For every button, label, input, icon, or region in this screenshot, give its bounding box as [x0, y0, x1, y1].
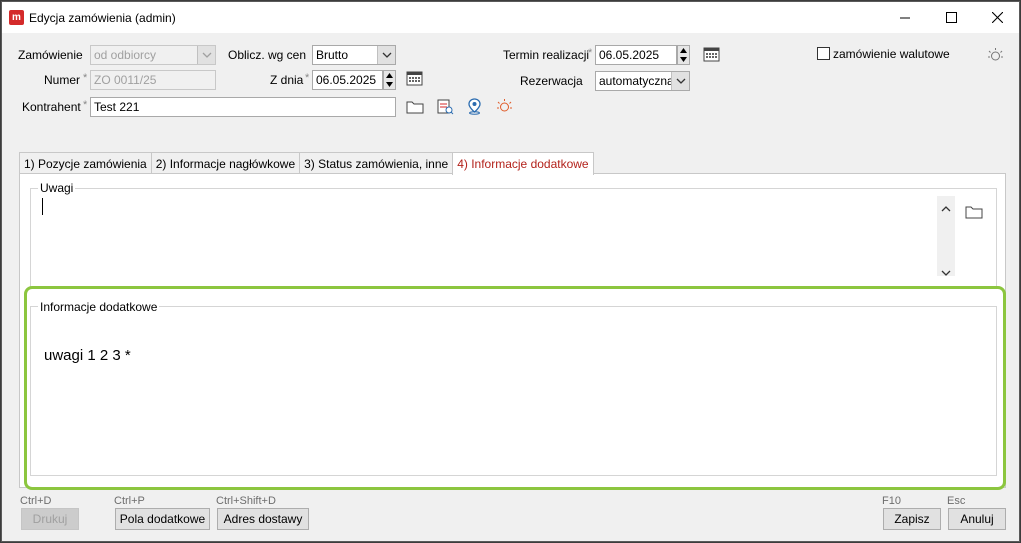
numer-label: Numer [44, 73, 81, 87]
zamowienie-label: Zamówienie [18, 48, 83, 62]
app-logo-icon: m [9, 10, 24, 25]
required-mark: * [305, 72, 310, 84]
text-cursor [42, 198, 43, 215]
tab-naglowkowe[interactable]: 2) Informacje nagłówkowe [150, 152, 301, 174]
folder-icon[interactable] [406, 99, 424, 117]
oblicz-select[interactable]: Brutto [312, 45, 396, 65]
scroll-down-icon[interactable] [941, 265, 951, 279]
order-edit-window: m Edycja zamówienia (admin) Zamówienie o… [1, 1, 1020, 542]
spin-down-icon[interactable] [678, 55, 689, 64]
contractor-card-icon[interactable] [436, 98, 454, 118]
tab-dodatkowe[interactable]: 4) Informacje dodatkowe [452, 152, 594, 175]
maximize-icon [945, 12, 957, 23]
kontrahent-label: Kontrahent [22, 100, 81, 114]
uwagi-textarea[interactable] [42, 196, 940, 276]
close-icon [991, 12, 1003, 23]
oblicz-label: Oblicz. wg cen [228, 48, 307, 62]
folder-icon[interactable] [965, 204, 983, 222]
pola-shortcut: Ctrl+P [114, 495, 145, 507]
tab-bar: 1) Pozycje zamówienia 2) Informacje nagł… [19, 152, 594, 175]
numer-input[interactable]: ZO 0011/25 [90, 70, 216, 90]
chevron-down-icon [197, 46, 215, 64]
scroll-up-icon[interactable] [941, 201, 951, 215]
rezerwacja-select[interactable]: automatyczna [595, 71, 690, 91]
uwagi-scrollbar[interactable] [937, 196, 955, 276]
adres-shortcut: Ctrl+Shift+D [216, 495, 276, 507]
walutowe-label: zamówienie walutowe [833, 47, 950, 61]
zdnia-label: Z dnia [270, 73, 304, 87]
termin-spinner[interactable] [677, 45, 690, 65]
spin-down-icon[interactable] [384, 80, 395, 89]
zdnia-date-input[interactable]: 06.05.2025 [312, 70, 383, 90]
termin-label: Termin realizacji [503, 48, 590, 62]
calendar-icon[interactable] [703, 46, 720, 65]
rezerwacja-label: Rezerwacja [520, 74, 583, 88]
tab-status[interactable]: 3) Status zamówienia, inne [299, 152, 454, 174]
adres-dostawy-button[interactable]: Adres dostawy [217, 508, 309, 530]
drukuj-button[interactable]: Drukuj [21, 508, 79, 530]
spin-up-icon[interactable] [384, 71, 395, 80]
tab-pozycje[interactable]: 1) Pozycje zamówienia [19, 152, 152, 174]
calendar-icon[interactable] [406, 70, 423, 89]
pola-dodatkowe-button[interactable]: Pola dodatkowe [115, 508, 210, 530]
zapisz-shortcut: F10 [882, 495, 901, 507]
chevron-down-icon [671, 72, 689, 90]
tab-panel: Uwagi Informacje dodatkowe uwagi 1 2 3 * [19, 173, 1006, 490]
required-mark: * [83, 99, 88, 111]
highlight-frame [24, 286, 1006, 490]
zapisz-button[interactable]: Zapisz [883, 508, 941, 530]
minimize-icon [900, 17, 910, 18]
zdnia-spinner[interactable] [383, 70, 396, 90]
uwagi-title: Uwagi [38, 181, 76, 195]
lightbulb-icon[interactable] [496, 98, 513, 118]
title-bar: m Edycja zamówienia (admin) [2, 2, 1019, 33]
location-pin-icon[interactable] [466, 97, 483, 118]
zamowienie-select[interactable]: od odbiorcy [90, 45, 216, 65]
lightbulb-icon[interactable] [987, 47, 1004, 66]
maximize-button[interactable] [928, 2, 974, 33]
walutowe-checkbox[interactable] [817, 47, 830, 60]
chevron-down-icon [377, 46, 395, 64]
termin-date-input[interactable]: 06.05.2025 [595, 45, 677, 65]
spin-up-icon[interactable] [678, 46, 689, 55]
window-title: Edycja zamówienia (admin) [29, 11, 176, 25]
required-mark: * [588, 47, 593, 59]
anuluj-shortcut: Esc [947, 495, 966, 507]
drukuj-shortcut: Ctrl+D [20, 495, 52, 507]
close-button[interactable] [974, 2, 1020, 33]
minimize-button[interactable] [882, 2, 928, 33]
required-mark: * [83, 72, 88, 84]
kontrahent-input[interactable]: Test 221 [90, 97, 396, 117]
anuluj-button[interactable]: Anuluj [948, 508, 1006, 530]
